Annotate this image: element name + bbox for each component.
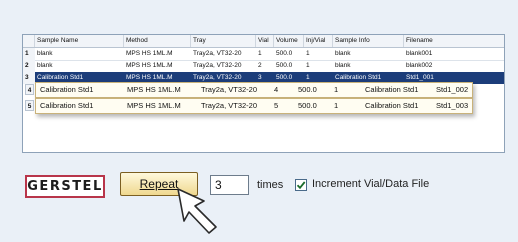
checkmark-icon [296,181,306,190]
times-label: times [257,179,284,191]
table-cell: blank [335,50,351,57]
increment-label: Increment Vial/Data File [312,178,430,190]
logo-text: GERSTEL [27,179,103,194]
column-header[interactable]: Tray [191,35,256,47]
table-cell: Calibration Std1 [365,101,419,110]
table-cell: Std1_002 [436,85,469,94]
table-cell: MPS HS 1ML.M [126,50,173,57]
row-number-header [23,35,35,47]
column-header[interactable]: Inj/Vial [304,35,333,47]
table-cell: 500.0 [298,85,317,94]
row-number: 5 [25,100,34,111]
inserted-row[interactable]: 5 Calibration Std1 MPS HS 1ML.M Tray2a, … [25,98,473,114]
table-cell: MPS HS 1ML.M [126,62,173,69]
table-cell: 1 [258,50,262,57]
table-cell: blank002 [406,62,433,69]
table-cell: blank [37,62,53,69]
table-cell: Calibration Std1 [40,85,94,94]
table-cell: 500.0 [276,50,293,57]
table-cell: blank [37,50,53,57]
repeat-button-label: Repeat [139,177,179,191]
column-header[interactable]: Sample Info [333,35,404,47]
table-cell: Tray2a, VT32-20 [193,62,242,69]
table-cell: Calibration Std1 [40,101,94,110]
table-cell: Std1_003 [436,101,469,110]
table-cell: 2 [258,62,262,69]
table-cell: 1 [334,85,339,94]
table-header: Sample Name Method Tray Vial Volume Inj/… [23,35,504,48]
table-cell: 1 [306,62,310,69]
table-cell: 4 [274,85,279,94]
column-header[interactable]: Vial [256,35,274,47]
table-cell: blank [335,62,351,69]
table-cell: Calibration Std1 [365,85,419,94]
table-cell: 500.0 [298,101,317,110]
row-number: 1 [23,48,35,60]
row-number: 3 [23,72,35,84]
gerstel-logo: GERSTEL [25,175,105,198]
column-header[interactable]: Filename [404,35,504,47]
table-cell: 1 [334,101,339,110]
table-cell: 5 [274,101,279,110]
table-cell: 500.0 [276,62,293,69]
column-header[interactable]: Volume [274,35,304,47]
table-cell: MPS HS 1ML.M [127,85,181,94]
row-number: 4 [25,84,34,95]
pointer-cursor-icon [177,188,217,234]
inserted-row[interactable]: 4 Calibration Std1 MPS HS 1ML.M Tray2a, … [25,82,473,98]
table-cell: 1 [306,50,310,57]
column-header[interactable]: Sample Name [35,35,124,47]
table-cell: Tray2a, VT32-20 [193,50,242,57]
row-number: 2 [23,60,35,72]
table-cell: blank001 [406,50,433,57]
column-header[interactable]: Method [124,35,191,47]
table-cell: MPS HS 1ML.M [127,101,181,110]
table-cell: Tray2a, VT32-20 [201,85,257,94]
table-cell: Tray2a, VT32-20 [201,101,257,110]
increment-checkbox[interactable] [295,179,307,191]
